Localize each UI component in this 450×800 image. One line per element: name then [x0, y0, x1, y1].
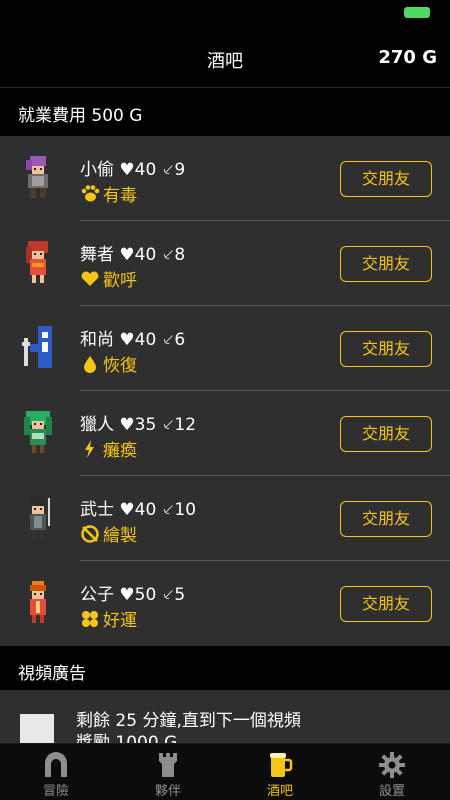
companion-row-gentleman: 公子 ♥50 ⸔5 好運 交朋友: [0, 561, 450, 646]
hire-button[interactable]: 交朋友: [340, 246, 432, 282]
companion-list: 小偷 ♥40 ⸔9 有毒 交朋友 舞者 ♥40 ⸔8 歡呼 交朋友 和尚 ♥40…: [0, 136, 450, 646]
gentleman-sprite-icon: [30, 581, 46, 623]
companion-stats: ♥40 ⸔6: [119, 330, 186, 350]
skill-label: 好運: [103, 611, 137, 631]
beer-mug-icon: [270, 753, 293, 777]
tab-adventure[interactable]: 冒險: [0, 744, 112, 800]
hunter-sprite-icon: [24, 411, 52, 453]
companion-stats: ♥40 ⸔10: [119, 500, 197, 520]
lightning-icon: [85, 439, 94, 458]
tab-label: 冒險: [42, 784, 69, 799]
hire-cost-label: 就業費用 500 G: [18, 106, 143, 126]
skill-label: 癱瘓: [103, 441, 137, 461]
hire-button[interactable]: 交朋友: [340, 161, 432, 197]
tab-label: 設置: [378, 784, 405, 799]
video-ad-card[interactable]: 剩餘 25 分鐘,直到下一個視頻 獎勵 1000 G: [0, 690, 450, 745]
hire-button[interactable]: 交朋友: [340, 501, 432, 537]
ad-countdown-text: 剩餘 25 分鐘,直到下一個視頻: [76, 711, 301, 731]
skill-label: 恢復: [103, 356, 137, 376]
heart-hand-icon: [81, 271, 99, 286]
companion-stats: ♥50 ⸔5: [119, 585, 186, 605]
companion-stats: ♥35 ⸔12: [119, 415, 197, 435]
tower-icon: [159, 753, 177, 777]
hire-button[interactable]: 交朋友: [340, 331, 432, 367]
companion-name: 獵人: [80, 415, 114, 435]
battery-icon: [404, 7, 430, 18]
companion-name: 武士: [80, 500, 114, 520]
companion-stats: ♥40 ⸔9: [119, 160, 186, 180]
hire-button[interactable]: 交朋友: [340, 586, 432, 622]
tab-label: 酒吧: [266, 784, 293, 799]
clover-icon: [82, 610, 98, 627]
tab-settings[interactable]: 設置: [336, 744, 448, 800]
paw-icon: [81, 184, 100, 201]
companion-name: 公子: [80, 585, 114, 605]
samurai-sprite-icon: [30, 496, 50, 538]
tab-label: 夥伴: [154, 784, 181, 799]
companion-name: 和尚: [80, 330, 114, 350]
tab-companions[interactable]: 夥伴: [112, 744, 224, 800]
gold-counter: 270 G: [378, 47, 437, 68]
monk-sprite-icon: [22, 326, 52, 368]
dancer-sprite-icon: [26, 241, 48, 283]
hire-section-header: 就業費用 500 G: [0, 88, 450, 136]
gear-icon: [379, 752, 405, 778]
skill-label: 繪製: [103, 526, 137, 546]
companion-row-hunter: 獵人 ♥35 ⸔12 癱瘓 交朋友: [0, 391, 450, 476]
ad-section-header: 視頻廣告: [0, 646, 450, 690]
skill-label: 有毒: [103, 186, 137, 206]
thief-sprite-icon: [26, 156, 48, 198]
companion-name: 舞者: [80, 245, 114, 265]
nav-bar: 酒吧 270 G: [0, 30, 450, 88]
companion-row-samurai: 武士 ♥40 ⸔10 繪製 交朋友: [0, 476, 450, 561]
companion-name: 小偷: [80, 160, 114, 180]
status-bar: [0, 0, 450, 30]
droplet-icon: [84, 355, 96, 373]
companion-row-thief: 小偷 ♥40 ⸔9 有毒 交朋友: [0, 136, 450, 221]
companion-stats: ♥40 ⸔8: [119, 245, 186, 265]
slash-circle-icon: [81, 524, 99, 543]
arch-icon: [45, 752, 67, 777]
skill-label: 歡呼: [103, 271, 137, 291]
tab-bar: 冒險 夥伴 酒吧 設置: [0, 743, 450, 800]
video-ad-icon: [20, 714, 54, 745]
ad-section-title: 視頻廣告: [18, 664, 86, 684]
companion-row-dancer: 舞者 ♥40 ⸔8 歡呼 交朋友: [0, 221, 450, 306]
hire-button[interactable]: 交朋友: [340, 416, 432, 452]
tab-tavern[interactable]: 酒吧: [224, 744, 336, 800]
companion-row-monk: 和尚 ♥40 ⸔6 恢復 交朋友: [0, 306, 450, 391]
